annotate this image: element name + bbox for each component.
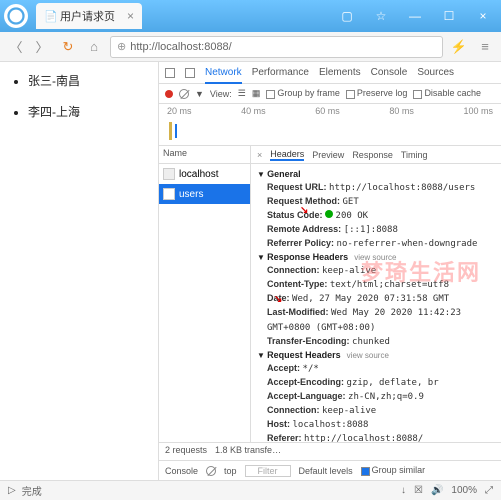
view-icon2[interactable]: ▦ [252, 88, 261, 99]
play-icon[interactable]: ▷ [8, 485, 16, 496]
win-btn-1[interactable]: ▢ [333, 6, 361, 26]
record-icon[interactable] [165, 90, 173, 98]
tab-response[interactable]: Response [352, 150, 393, 160]
status-bar: ▷ 完成 ↓ ☒ 🔊 100% ⤢ [0, 480, 501, 500]
waterfall-timeline[interactable]: 20 ms 40 ms 60 ms 80 ms 100 ms [159, 104, 501, 146]
close-window-icon[interactable]: × [469, 6, 497, 26]
tab-timing[interactable]: Timing [401, 150, 428, 160]
annotation-arrow: ↘ [300, 205, 308, 216]
list-item: 张三-南昌 [28, 72, 144, 89]
devtools-panel: Network Performance Elements Console Sou… [158, 62, 501, 480]
device-icon[interactable] [185, 68, 195, 78]
status-text: 完成 [22, 483, 42, 498]
devtools-tabs: Network Performance Elements Console Sou… [159, 62, 501, 84]
inspect-icon[interactable] [165, 68, 175, 78]
list-item: 李四-上海 [28, 103, 144, 120]
preserve-checkbox[interactable] [346, 90, 355, 99]
close-icon[interactable]: × [127, 9, 134, 23]
url-input[interactable]: ⊕ http://localhost:8088/ [110, 36, 443, 58]
tab-elements[interactable]: Elements [319, 67, 361, 78]
download-icon[interactable]: ↓ [401, 485, 406, 496]
expand-icon[interactable]: ⤢ [485, 485, 493, 496]
titlebar: 📄 用户请求页 × ▢ ☆ — ☐ × [0, 0, 501, 32]
console-drawer: Console top Filter Default levels Group … [159, 460, 501, 480]
clear-console-icon[interactable] [206, 466, 216, 476]
request-row-selected[interactable]: users [159, 184, 250, 204]
win-btn-2[interactable]: ☆ [367, 6, 395, 26]
status-dot [325, 210, 333, 218]
filter-input[interactable]: Filter [245, 465, 291, 477]
flash-icon[interactable]: ⚡ [449, 37, 469, 57]
navbar: 〈 〉 ↻ ⌂ ⊕ http://localhost:8088/ ⚡ ≡ [0, 32, 501, 62]
section-response-headers[interactable]: Response Headersview source [257, 251, 495, 264]
doc-icon [163, 188, 175, 200]
tab-performance[interactable]: Performance [252, 67, 309, 78]
minimize-icon[interactable]: — [401, 6, 429, 26]
request-row[interactable]: localhost [159, 164, 250, 184]
section-general[interactable]: General [257, 168, 495, 181]
tab-headers[interactable]: Headers [270, 149, 304, 161]
tab-title: 用户请求页 [60, 8, 115, 24]
request-detail: × Headers Preview Response Timing Genera… [251, 146, 501, 442]
page-icon: 📄 [44, 10, 56, 22]
clear-icon[interactable] [179, 89, 189, 99]
menu-icon[interactable]: ≡ [475, 37, 495, 57]
home-icon[interactable]: ⌂ [84, 37, 104, 57]
tab-network[interactable]: Network [205, 62, 242, 84]
back-icon[interactable]: 〈 [6, 37, 26, 57]
reload-icon[interactable]: ↻ [58, 37, 78, 57]
group-similar-checkbox[interactable] [361, 467, 370, 476]
globe-icon: ⊕ [117, 40, 126, 53]
filter-icon[interactable]: ▼ [195, 89, 204, 99]
name-header[interactable]: Name [159, 146, 250, 164]
tab-sources[interactable]: Sources [417, 67, 454, 78]
close-detail-icon[interactable]: × [257, 150, 262, 160]
network-toolbar: ▼ View: ☰ ▦ Group by frame Preserve log … [159, 84, 501, 104]
view-label: View: [210, 89, 232, 99]
sound-icon[interactable]: 🔊 [431, 485, 443, 496]
group-checkbox[interactable] [266, 90, 275, 99]
browser-tab[interactable]: 📄 用户请求页 × [36, 3, 142, 29]
zoom-text: 100% [451, 485, 477, 496]
disable-checkbox[interactable] [413, 90, 422, 99]
section-request-headers[interactable]: Request Headersview source [257, 349, 495, 362]
tab-preview[interactable]: Preview [312, 150, 344, 160]
url-text: http://localhost:8088/ [130, 41, 232, 53]
browser-logo [4, 4, 28, 28]
context-select[interactable]: top [224, 466, 237, 476]
annotation-arrow: ↘ [274, 294, 282, 305]
tab-console[interactable]: Console [371, 67, 408, 78]
block-icon[interactable]: ☒ [414, 485, 423, 496]
console-label[interactable]: Console [165, 466, 198, 476]
forward-icon[interactable]: 〉 [32, 37, 52, 57]
request-list: Name localhost users [159, 146, 251, 442]
levels-select[interactable]: Default levels [299, 466, 353, 476]
network-footer: 2 requests 1.8 KB transfe… [159, 442, 501, 460]
maximize-icon[interactable]: ☐ [435, 6, 463, 26]
view-icon1[interactable]: ☰ [238, 88, 246, 99]
doc-icon [163, 168, 175, 180]
page-content: 张三-南昌 李四-上海 [0, 62, 158, 480]
